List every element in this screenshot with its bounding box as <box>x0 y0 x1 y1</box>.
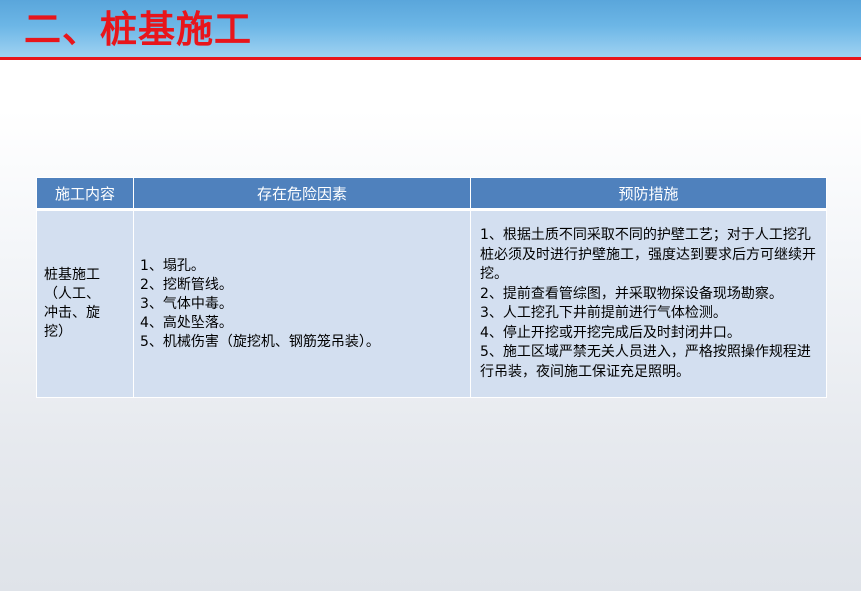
task-line: 挖） <box>44 324 72 340</box>
column-header-hazards: 存在危险因素 <box>133 177 471 211</box>
hazard-item: 4、高处坠落。 <box>140 314 233 331</box>
title-underline <box>0 57 861 60</box>
column-header-task: 施工内容 <box>36 177 134 211</box>
hazards-cell: 1、塌孔。 2、挖断管线。 3、气体中毒。 4、高处坠落。 5、机械伤害（旋挖机… <box>133 209 471 398</box>
measure-item: 4、停止开挖或开挖完成后及时封闭井口。 <box>480 324 741 341</box>
column-header-measures: 预防措施 <box>470 177 827 211</box>
table-row: 桩基施工 （人工、 冲击、旋 挖） 1、塌孔。 2、挖断管线。 3、气体中毒。 … <box>36 209 827 398</box>
measure-item: 3、人工挖孔下井前提前进行气体检测。 <box>480 305 727 321</box>
table-header-row: 施工内容 存在危险因素 预防措施 <box>36 177 827 211</box>
risk-table: 施工内容 存在危险因素 预防措施 桩基施工 （人工、 冲击、旋 挖） 1、塌孔。… <box>36 177 827 398</box>
page-title: 二、桩基施工 <box>24 8 252 51</box>
hazard-item: 3、气体中毒。 <box>140 295 233 312</box>
measure-item: 2、提前查看管综图，并采取物探设备现场勘察。 <box>480 285 783 302</box>
hazard-item: 5、机械伤害（旋挖机、钢筋笼吊装）。 <box>140 333 380 350</box>
measure-item: 1、根据土质不同采取不同的护壁工艺；对于人工挖孔桩必须及时进行护壁施工，强度达到… <box>480 227 816 282</box>
task-line: 桩基施工 <box>44 267 100 283</box>
hazard-item: 1、塌孔。 <box>140 257 205 274</box>
measures-cell: 1、根据土质不同采取不同的护壁工艺；对于人工挖孔桩必须及时进行护壁施工，强度达到… <box>470 209 827 398</box>
task-line: 冲击、旋 <box>44 305 100 321</box>
task-line: （人工、 <box>44 286 100 302</box>
measure-item: 5、施工区域严禁无关人员进入，严格按照操作规程进行吊装，夜间施工保证充足照明。 <box>480 344 811 380</box>
hazard-item: 2、挖断管线。 <box>140 276 233 293</box>
task-cell: 桩基施工 （人工、 冲击、旋 挖） <box>36 209 134 398</box>
